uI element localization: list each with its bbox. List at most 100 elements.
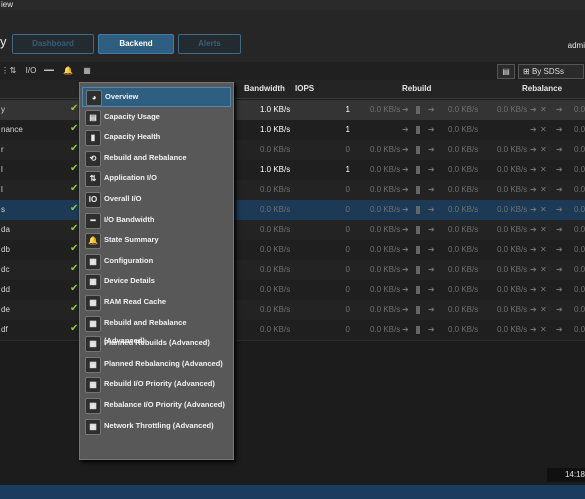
menu-item-configuration[interactable]: ▦ Configuration [82, 252, 229, 270]
tab-alerts[interactable]: Alerts [178, 34, 241, 54]
arrow-right-icon: ➔ [556, 225, 563, 234]
row-rebalance-out: 0.0 [574, 305, 585, 314]
menu-item-rebuild-and-rebalance[interactable]: ⟲ Rebuild and Rebalance [82, 149, 229, 167]
menu-item-planned-rebuilds-advanced[interactable]: ▦ Planned Rebuilds (Advanced) [82, 334, 229, 353]
menu-item-capacity-usage[interactable]: ▤ Capacity Usage [82, 108, 229, 126]
row-rebalance-out: 0.0 [574, 245, 585, 254]
menu-item-label: Rebalance I/O Priority (Advanced) [104, 400, 225, 409]
tab-dashboard[interactable]: Dashboard [12, 34, 94, 54]
arrow-right-icon: ➔ [530, 325, 537, 334]
row-bandwidth: 1.0 KB/s [260, 165, 291, 174]
row-name: de [1, 305, 10, 314]
row-rebalance-out: 0.0 [574, 225, 585, 234]
health-icon: ▮ [85, 130, 101, 147]
sort-icon[interactable]: ⇅ [7, 64, 19, 77]
row-rebalance-in: 0.0 KB/s [497, 105, 528, 114]
rebuild-bar-icon [416, 126, 420, 134]
col-rebalance[interactable]: Rebalance [522, 84, 562, 93]
menu-item-label: Application I/O [104, 173, 157, 183]
arrow-right-icon: ➔ [402, 125, 409, 134]
arrow-right-icon: ➔ [428, 205, 435, 214]
arrow-right-icon: ➔ [402, 285, 409, 294]
row-iops: 1 [345, 105, 350, 114]
arrow-right-icon: ➔ [428, 145, 435, 154]
rebuild-bar-icon [416, 186, 420, 194]
menu-item-label: State Summary [104, 235, 159, 245]
menu-item-planned-rebalancing-advanced[interactable]: ▦ Planned Rebalancing (Advanced) [82, 355, 229, 373]
arrow-right-icon: ➔ [402, 225, 409, 234]
row-rebalance-in: 0.0 KB/s [497, 145, 528, 154]
io-icon[interactable]: I/O [24, 64, 38, 77]
menu-item-label: Rebuild I/O Priority (Advanced) [104, 379, 215, 389]
rebalance-icon: ✕ [540, 285, 547, 294]
by-sds-button[interactable]: ⊞ By SDSs [518, 64, 584, 79]
row-rebalance-out: 0.0 KB/s [574, 125, 585, 134]
by-sds-label: By SDSs [531, 67, 564, 76]
arrow-right-icon: ➔ [428, 105, 435, 114]
menu-item-state-summary[interactable]: 🔔 State Summary [82, 231, 229, 250]
menu-item-label: Planned Rebuilds (Advanced) [104, 338, 210, 348]
rebalance-icon: ✕ [540, 145, 547, 154]
menu-item-rebalance-i-o-priority-advanced[interactable]: ▦ Rebalance I/O Priority (Advanced) [82, 396, 229, 414]
grid-icon[interactable]: ▦ [80, 64, 94, 77]
row-rebuild-out: 0.0 KB/s [448, 245, 479, 254]
rebuild-bar-icon [416, 326, 420, 334]
col-rebuild[interactable]: Rebuild [402, 84, 431, 93]
tab-backend[interactable]: Backend [98, 34, 174, 54]
bell-icon[interactable]: 🔔 [62, 64, 74, 77]
view-menu: ◕ Overview ▤ Capacity Usage ▮ Capacity Health… [79, 82, 234, 460]
arrow-right-icon: ➔ [530, 265, 537, 274]
row-rebalance-out: 0.0 [574, 265, 585, 274]
menu-item-rebuild-and-rebalance-advanced[interactable]: ▦ Rebuild and Rebalance (Advanced) [82, 314, 229, 345]
row-rebalance-in: 0.0 KB/s [497, 285, 528, 294]
rebalance-icon: ✕ [540, 185, 547, 194]
window-title: iew [0, 0, 585, 10]
menu-item-overall-i-o[interactable]: IO Overall I/O [82, 190, 229, 208]
arrow-right-icon: ➔ [428, 325, 435, 334]
row-rebalance-in: 0.0 KB/s [497, 225, 528, 234]
row-iops: 0 [345, 305, 350, 314]
row-bandwidth: 0.0 KB/s [260, 185, 291, 194]
menu-item-label: Device Details [104, 276, 155, 286]
col-iops[interactable]: IOPS [295, 84, 314, 93]
row-rebalance-in: 0.0 KB/s [497, 265, 528, 274]
arrow-right-icon: ➔ [530, 145, 537, 154]
row-rebuild-in: 0.0 KB/s [370, 145, 401, 154]
row-rebalance-in: 0.0 KB/s [497, 205, 528, 214]
app-io-icon: ⇅ [85, 171, 101, 188]
menu-item-ram-read-cache[interactable]: ▦ RAM Read Cache [82, 293, 229, 311]
arrow-right-icon: ➔ [428, 125, 435, 134]
row-name: nance [1, 125, 23, 134]
menu-item-application-i-o[interactable]: ⇅ Application I/O [82, 169, 229, 188]
arrow-right-icon: ➔ [402, 325, 409, 334]
row-rebuild-in: 0.0 KB/s [370, 265, 401, 274]
menu-item-network-throttling-advanced[interactable]: ▦ Network Throttling (Advanced) [82, 417, 229, 435]
clock: 14:18 [547, 468, 585, 482]
bandwidth-icon[interactable]: ━━ [42, 64, 56, 77]
menu-item-label: Rebuild and Rebalance [104, 152, 187, 162]
menu-item-capacity-health[interactable]: ▮ Capacity Health [82, 128, 229, 147]
io-icon: IO [85, 192, 101, 208]
row-rebuild-out: 0.0 KB/s [448, 265, 479, 274]
user-name[interactable]: admi [568, 41, 585, 50]
table-view-icon[interactable]: ▤ [497, 64, 515, 79]
menu-item-overview[interactable]: ◕ Overview [82, 87, 231, 107]
row-rebalance-out: 0.0 [574, 185, 585, 194]
row-rebuild-out: 0.0 KB/s [448, 165, 479, 174]
arrow-right-icon: ➔ [530, 205, 537, 214]
rebalance-icon: ✕ [540, 125, 547, 134]
grid-icon: ▦ [85, 274, 101, 291]
menu-item-i-o-bandwidth[interactable]: ━ I/O Bandwidth [82, 211, 229, 229]
rebalance-icon: ✕ [540, 205, 547, 214]
menu-item-device-details[interactable]: ▦ Device Details [82, 272, 229, 291]
row-rebuild-in: 0.0 KB/s [370, 105, 401, 114]
row-bandwidth: 0.0 KB/s [260, 145, 291, 154]
col-bandwidth[interactable]: Bandwidth [244, 84, 285, 93]
row-rebuild-out: 0.0 KB/s [448, 185, 479, 194]
menu-item-rebuild-i-o-priority-advanced[interactable]: ▦ Rebuild I/O Priority (Advanced) [82, 375, 229, 394]
menu-item-label: Configuration [104, 255, 154, 265]
row-rebalance-out: 0.0 [574, 145, 585, 154]
grid-icon: ▦ [85, 398, 101, 414]
row-name: y [1, 105, 5, 114]
arrow-right-icon: ➔ [556, 145, 563, 154]
